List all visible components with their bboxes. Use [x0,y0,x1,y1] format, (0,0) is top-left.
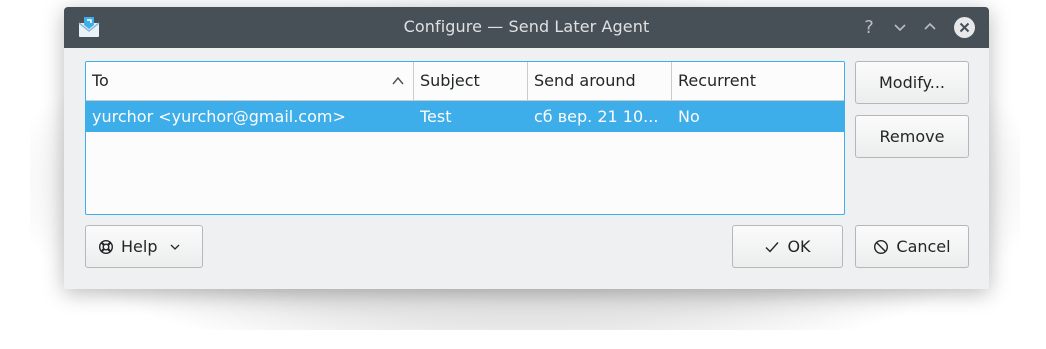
ok-button-label: OK [787,237,811,256]
column-header-subject[interactable]: Subject [414,62,528,100]
column-label-recurrent: Recurrent [678,71,756,90]
remove-button-label: Remove [879,127,945,146]
checkmark-icon [765,241,779,253]
scheduled-messages-list[interactable]: To Subject Send around Recurrent yurchor… [85,61,845,215]
minimize-icon[interactable] [888,15,912,39]
title-bar[interactable]: Configure — Send Later Agent ? [64,7,989,48]
help-button[interactable]: Help [85,225,203,268]
cancel-icon [874,239,889,254]
column-header-recurrent[interactable]: Recurrent [672,62,844,100]
list-header: To Subject Send around Recurrent [86,62,844,101]
column-label-subject: Subject [420,71,480,90]
window-title: Configure — Send Later Agent [403,17,650,36]
maximize-icon[interactable] [918,15,942,39]
lifebuoy-icon [98,239,114,254]
cancel-button[interactable]: Cancel [855,225,969,268]
cell-to: yurchor <yurchor@gmail.com> [92,107,346,126]
column-label-to: To [92,71,109,90]
column-label-send-around: Send around [534,71,636,90]
cell-subject: Test [420,107,452,126]
cancel-button-label: Cancel [896,237,951,256]
modify-button-label: Modify... [879,73,945,92]
modify-button[interactable]: Modify... [855,61,969,104]
help-icon[interactable]: ? [857,15,881,39]
sort-ascending-icon [392,76,404,85]
column-header-to[interactable]: To [86,62,414,100]
close-icon[interactable] [952,15,976,39]
cell-recurrent: No [678,107,700,126]
chevron-down-icon [171,244,180,250]
cell-send-around: сб вер. 21 10... [534,107,659,126]
help-button-label: Help [121,237,158,256]
table-row[interactable]: yurchor <yurchor@gmail.com> Test сб вер.… [86,101,844,132]
column-header-send-around[interactable]: Send around [528,62,672,100]
ok-button[interactable]: OK [732,225,843,268]
remove-button[interactable]: Remove [855,115,969,158]
configure-dialog: Configure — Send Later Agent ? To Subjec… [64,7,989,289]
